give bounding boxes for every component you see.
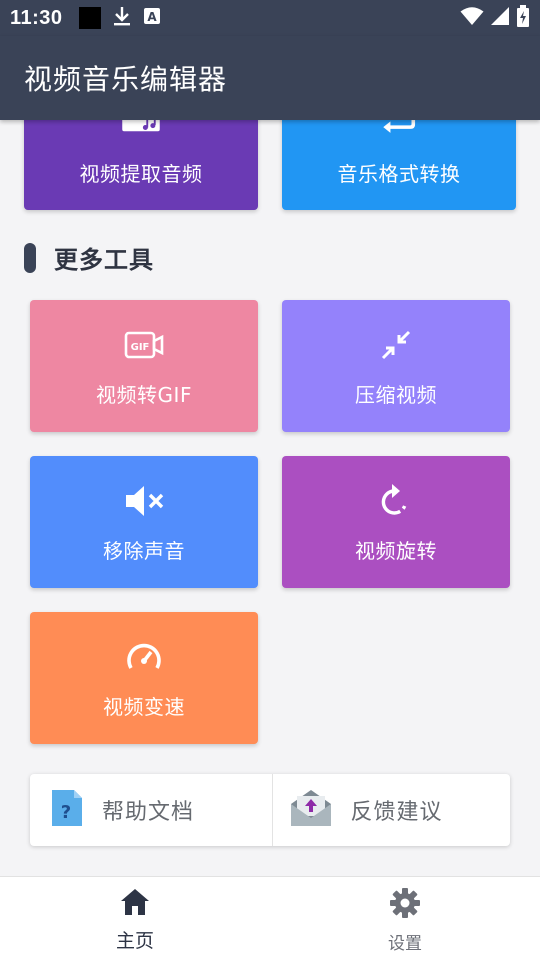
battery-icon [516,5,530,31]
section-marker [24,242,36,273]
svg-text:?: ? [61,802,71,823]
video-speed-tile[interactable]: 视频变速 [30,612,258,744]
nav-settings-label: 设置 [388,934,422,954]
remove-audio-label: 移除声音 [103,538,185,563]
home-icon [120,888,150,920]
gear-icon [389,887,421,923]
wifi-icon [460,6,484,30]
music-format-convert-tile[interactable]: 音乐格式转换 [282,120,516,210]
feedback-link[interactable]: 反馈建议 [271,774,511,846]
svg-text:GIF: GIF [131,342,150,353]
video-to-gif-label: 视频转GIF [96,382,192,407]
status-icons-left: A [78,5,161,31]
feedback-label: 反馈建议 [350,800,443,825]
bottom-nav: 主页 设置 [0,876,540,960]
screen: 11:30 A 视频音乐编辑器 视频提取音频 音乐格式转换 更多工具 GIF 视… [0,0,540,960]
compress-arrows-icon [376,325,416,365]
repeat-icon [379,120,419,140]
feedback-mail-icon [289,788,333,832]
mute-icon [124,481,164,521]
compress-video-label: 压缩视频 [355,382,437,407]
signal-icon [490,6,510,30]
speedometer-icon [124,637,164,677]
nav-settings[interactable]: 设置 [270,877,540,960]
nav-home[interactable]: 主页 [0,877,270,960]
rotate-video-tile[interactable]: 视频旋转 [282,456,510,588]
video-to-gif-tile[interactable]: GIF 视频转GIF [30,300,258,432]
music-format-convert-label: 音乐格式转换 [337,162,461,186]
section-title: 更多工具 [54,246,154,274]
status-time: 11:30 [10,6,63,29]
help-document-icon: ? [50,788,84,832]
app-title: 视频音乐编辑器 [24,63,228,96]
help-feedback-card: ? 帮助文档 反馈建议 [30,774,510,846]
rotate-icon [376,481,416,521]
keyboard-a-icon: A [143,7,161,29]
film-music-icon [121,120,161,140]
status-icons-right [460,5,530,31]
main-content: 视频提取音频 音乐格式转换 更多工具 GIF 视频转GIF 压缩视频 移除声音 … [0,120,540,876]
more-tools-header: 更多工具 [24,240,154,275]
download-icon [113,5,131,31]
remove-audio-tile[interactable]: 移除声音 [30,456,258,588]
help-docs-label: 帮助文档 [102,800,195,825]
extract-audio-label: 视频提取音频 [79,162,203,186]
help-docs-link[interactable]: ? 帮助文档 [30,774,272,846]
notification-square-icon [78,7,101,29]
gif-video-icon: GIF [124,325,164,365]
rotate-video-label: 视频旋转 [355,538,437,563]
compress-video-tile[interactable]: 压缩视频 [282,300,510,432]
nav-home-label: 主页 [115,930,154,952]
status-bar: 11:30 A [0,0,540,36]
video-speed-label: 视频变速 [103,694,185,719]
svg-text:A: A [147,10,157,24]
app-bar: 视频音乐编辑器 [0,36,540,120]
extract-audio-tile[interactable]: 视频提取音频 [24,120,258,210]
